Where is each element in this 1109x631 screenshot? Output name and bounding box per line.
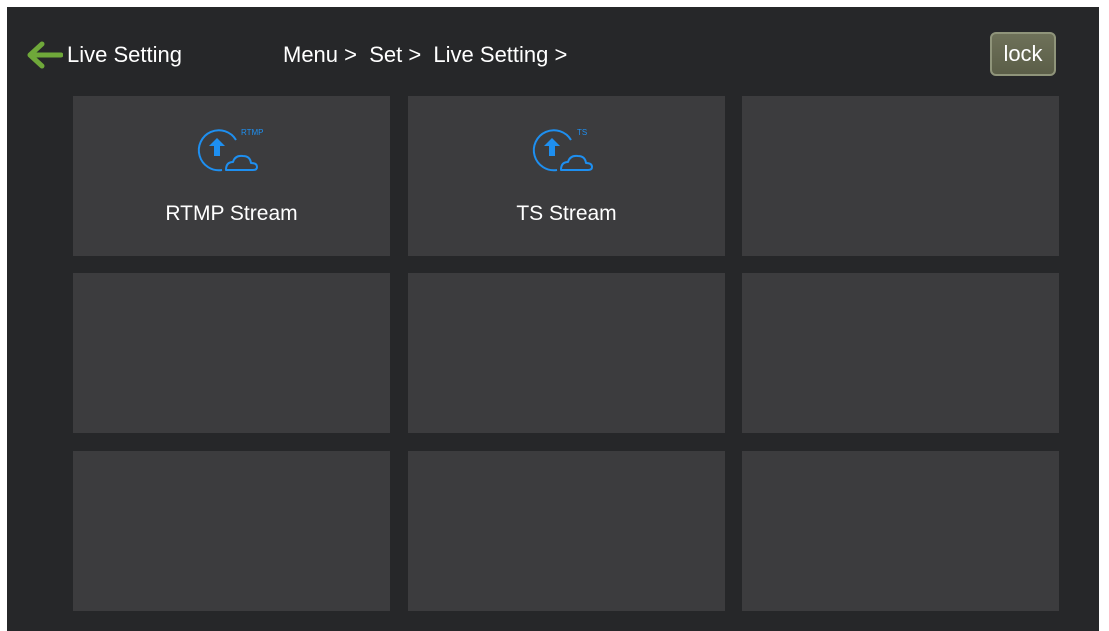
tile-empty: [408, 451, 725, 611]
back-arrow-icon: [27, 41, 63, 69]
tile-empty: [73, 451, 390, 611]
breadcrumb: Menu > Set > Live Setting >: [283, 42, 568, 67]
rtmp-tag: RTMP: [241, 128, 264, 137]
tile-label: RTMP Stream: [165, 202, 298, 225]
tile-empty: [742, 96, 1059, 256]
lock-button[interactable]: lock: [990, 32, 1056, 76]
upload-cloud-rtmp-icon: RTMP: [197, 128, 264, 172]
live-setting-screen: Live Setting Menu > Set > Live Setting >…: [7, 7, 1099, 631]
ts-tag: TS: [577, 128, 587, 137]
tile-empty: [73, 273, 390, 433]
tile-ts-stream[interactable]: TS TS Stream: [408, 96, 725, 256]
tile-label: TS Stream: [516, 202, 617, 225]
back-button[interactable]: Live Setting: [27, 39, 182, 71]
tile-empty: [408, 273, 725, 433]
upload-cloud-ts-icon: TS: [532, 128, 593, 172]
tile-empty: [742, 273, 1059, 433]
page-title: Live Setting: [67, 42, 182, 67]
tile-rtmp-stream[interactable]: RTMP RTMP Stream: [73, 96, 390, 256]
tile-empty: [742, 451, 1059, 611]
top-bar: Live Setting Menu > Set > Live Setting >…: [7, 7, 1099, 97]
